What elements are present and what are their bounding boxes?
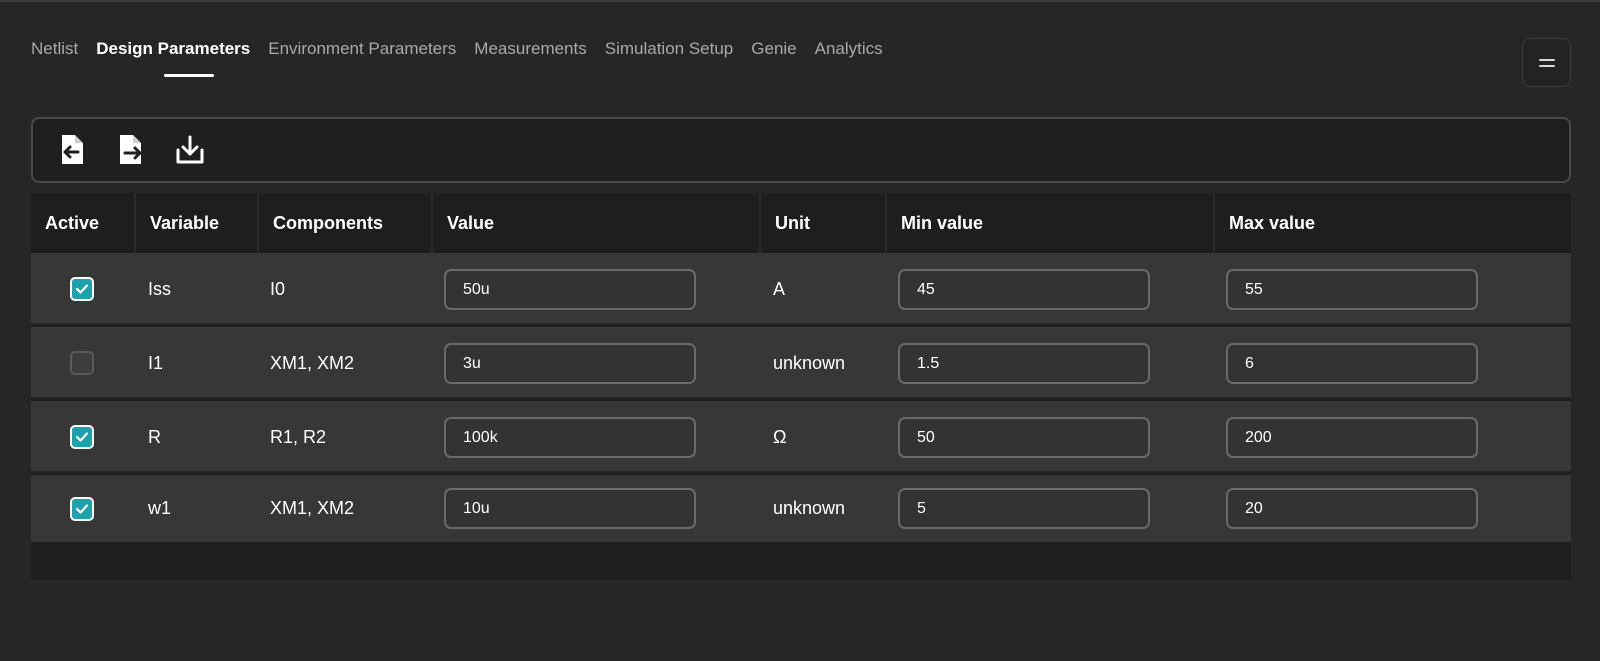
max-value-input[interactable]	[1226, 343, 1478, 384]
tab-bar: Netlist Design Parameters Environment Pa…	[31, 38, 901, 82]
menu-button[interactable]	[1522, 38, 1571, 87]
table-row: Iss I0 A	[31, 253, 1571, 325]
check-icon	[75, 503, 89, 514]
table-footer	[31, 542, 1571, 580]
min-value-input[interactable]	[898, 417, 1150, 458]
header-max-value: Max value	[1213, 193, 1571, 253]
table-row: w1 XM1, XM2 unknown	[31, 475, 1571, 542]
value-input[interactable]	[444, 488, 696, 529]
variable-cell: Iss	[148, 278, 172, 299]
header-variable: Variable	[134, 193, 257, 253]
active-checkbox[interactable]	[70, 425, 94, 449]
file-export-icon[interactable]	[115, 132, 147, 168]
app-window: Netlist Design Parameters Environment Pa…	[0, 0, 1600, 661]
max-value-input[interactable]	[1226, 417, 1478, 458]
max-value-input[interactable]	[1226, 269, 1478, 310]
active-tab-indicator	[164, 74, 214, 77]
header-active: Active	[45, 212, 100, 233]
active-checkbox[interactable]	[70, 351, 94, 375]
active-cell	[70, 327, 94, 399]
design-parameters-table: Active Variable Components Value Unit Mi…	[31, 193, 1571, 580]
tab-analytics[interactable]: Analytics	[815, 38, 883, 60]
tab-genie[interactable]: Genie	[751, 38, 796, 60]
active-cell	[70, 401, 94, 473]
components-cell: R1, R2	[270, 426, 327, 447]
unit-cell: Ω	[773, 426, 787, 447]
components-cell: XM1, XM2	[270, 352, 355, 373]
variable-cell: w1	[148, 498, 172, 518]
header-unit: Unit	[759, 193, 885, 253]
menu-icon	[1538, 58, 1555, 67]
table-header: Active Variable Components Value Unit Mi…	[31, 193, 1571, 253]
active-checkbox[interactable]	[70, 496, 94, 521]
download-icon[interactable]	[174, 132, 206, 168]
components-cell: I0	[270, 278, 286, 299]
header-components: Components	[257, 193, 431, 253]
max-value-input[interactable]	[1226, 488, 1478, 529]
active-cell	[70, 475, 94, 542]
table-row: I1 XM1, XM2 unknown	[31, 327, 1571, 399]
components-cell: XM1, XM2	[270, 498, 355, 518]
min-value-input[interactable]	[898, 488, 1150, 529]
value-input[interactable]	[444, 343, 696, 384]
value-input[interactable]	[444, 417, 696, 458]
tab-netlist[interactable]: Netlist	[31, 38, 78, 60]
unit-cell: unknown	[773, 498, 846, 518]
min-value-input[interactable]	[898, 269, 1150, 310]
check-icon	[75, 284, 89, 294]
tab-environment-parameters[interactable]: Environment Parameters	[268, 38, 456, 60]
tab-simulation-setup[interactable]: Simulation Setup	[605, 38, 734, 60]
header-min-value: Min value	[885, 193, 1213, 253]
table-row: R R1, R2 Ω	[31, 401, 1571, 473]
check-icon	[75, 432, 89, 442]
tab-measurements[interactable]: Measurements	[474, 38, 586, 60]
header-value: Value	[431, 193, 759, 253]
toolbar	[31, 117, 1571, 183]
variable-cell: I1	[148, 352, 164, 373]
unit-cell: unknown	[773, 352, 846, 373]
variable-cell: R	[148, 426, 161, 447]
min-value-input[interactable]	[898, 343, 1150, 384]
active-checkbox[interactable]	[70, 277, 94, 301]
unit-cell: A	[773, 278, 786, 299]
tab-design-parameters[interactable]: Design Parameters	[96, 38, 250, 60]
value-input[interactable]	[444, 269, 696, 310]
active-cell	[70, 253, 94, 325]
file-import-icon[interactable]	[56, 132, 88, 168]
